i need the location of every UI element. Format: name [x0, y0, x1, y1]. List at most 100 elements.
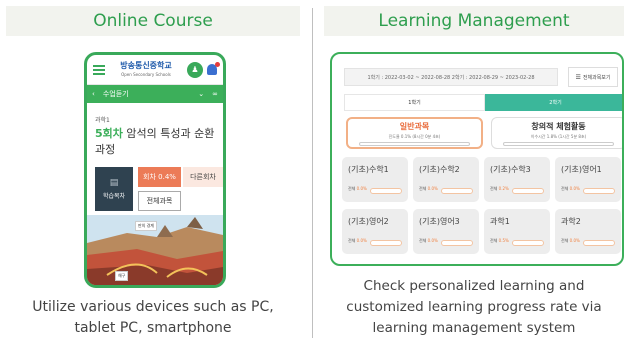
total-label: 전체 — [348, 238, 356, 243]
course-progress-text: 전체 0.0% — [348, 238, 367, 244]
category-name: 일반과목 — [399, 121, 430, 131]
panel-divider — [312, 8, 313, 338]
phone-top-bar: 방송통신중학교 Open Secondary Schools ♟ — [87, 55, 223, 85]
course-progress-bar — [512, 240, 544, 246]
course-name: (기초)영어2 — [348, 217, 389, 226]
school-logo-subtext: Open Secondary Schools — [121, 71, 171, 77]
course-progress-text: 전체 0.2% — [490, 186, 509, 192]
course-name: 과학1 — [490, 217, 510, 226]
category-creative-activities[interactable]: 창의적 체험활동 이수시간 1.8% (1시간 5분 8초) — [491, 117, 622, 149]
total-label: 전체 — [490, 238, 498, 243]
course-progress-text: 전체 0.0% — [561, 238, 580, 244]
course-name: (기초)영어3 — [419, 217, 460, 226]
course-progress-text: 전체 0.0% — [348, 186, 367, 192]
total-label: 전체 — [348, 186, 356, 191]
online-course-header: Online Course — [6, 6, 300, 36]
smartphone-mockup: 방송통신중학교 Open Secondary Schools ♟ ‹ 수업듣기 … — [84, 52, 226, 288]
lesson-button-grid: ▤ 학습목차 회차 0.4% 다른회차 전체과목 — [95, 167, 223, 213]
all-courses-button[interactable]: 전체과목 — [138, 191, 181, 211]
learning-management-caption-line: learning management system — [372, 320, 576, 336]
course-name: (기초)영어1 — [561, 165, 602, 174]
course-progress-text: 전체 0.0% — [419, 186, 438, 192]
course-progress-rate: 0.0% — [427, 238, 438, 243]
school-logo: 방송통신중학교 Open Secondary Schools — [120, 61, 172, 79]
online-course-caption-line: tablet PC, smartphone — [74, 320, 232, 336]
tab-semester-2[interactable]: 2학기 — [485, 94, 622, 111]
course-progress-rate: 0.0% — [569, 186, 580, 191]
course-card[interactable]: (기초)수학1 전체 0.0% — [342, 157, 408, 202]
total-label: 전체 — [561, 186, 569, 191]
bell-icon[interactable] — [207, 62, 220, 75]
total-label: 전체 — [561, 238, 569, 243]
course-progress-rate: 0.2% — [498, 186, 509, 191]
learning-management-header: Learning Management — [324, 6, 624, 36]
learning-management-panel: Learning Management 1학기 : 2022-03-02 ~ 2… — [324, 6, 624, 337]
course-card[interactable]: (기초)영어3 전체 0.0% — [413, 209, 479, 254]
course-progress-bar — [512, 188, 544, 194]
online-course-caption: Utilize various devices such as PC, tabl… — [6, 297, 300, 339]
back-chevron-icon[interactable]: ‹ — [92, 90, 95, 98]
illustration-label-trench: 해구 — [115, 271, 129, 281]
learning-management-screen: 1학기 : 2022-03-02 ~ 2022-08-28 2학기 : 2022… — [330, 52, 624, 266]
course-progress-rate: 0.0% — [356, 238, 367, 243]
course-categories: 일반과목 진도율 0.1% (8시간 0분 4초) 창의적 체험활동 이수시간 … — [346, 117, 622, 149]
view-all-label: 전체과목보기 — [582, 74, 611, 81]
list-icon: ☰ — [575, 73, 581, 81]
lesson-nav-label: 수업듣기 — [102, 90, 129, 98]
other-episode-button[interactable]: 다른회차 — [183, 167, 223, 187]
total-label: 전체 — [419, 238, 427, 243]
link-icon[interactable]: ∞ — [212, 90, 218, 98]
lesson-title: 5회차 암석의 특성과 순환 과정 — [95, 126, 217, 158]
course-progress-text: 전체 0.5% — [490, 238, 509, 244]
course-card[interactable]: 과학1 전체 0.5% — [484, 209, 550, 254]
category-status: 진도율 0.1% (8시간 0분 4초) — [388, 133, 441, 139]
total-label: 전체 — [419, 186, 427, 191]
learning-management-caption: Check personalized learning and customiz… — [324, 276, 624, 339]
subject-label: 과학1 — [95, 117, 110, 124]
course-progress-bar — [583, 240, 615, 246]
course-card[interactable]: (기초)영어2 전체 0.0% — [342, 209, 408, 254]
category-general-courses[interactable]: 일반과목 진도율 0.1% (8시간 0분 4초) — [346, 117, 483, 149]
course-name: (기초)수학1 — [348, 165, 389, 174]
course-progress-bar — [583, 188, 615, 194]
course-card[interactable]: (기초)수학3 전체 0.2% — [484, 157, 550, 202]
course-progress-text: 전체 0.0% — [419, 238, 438, 244]
study-contents-label: 학습목차 — [102, 193, 126, 200]
course-progress-text: 전체 0.0% — [561, 186, 580, 192]
course-card[interactable]: (기초)수학2 전체 0.0% — [413, 157, 479, 202]
course-card-grid: (기초)수학1 전체 0.0% (기초)수학2 전체 0.0% (기초)수학3 전체 … — [342, 157, 622, 254]
category-progress-bar — [358, 141, 471, 146]
semester-dates: 1학기 : 2022-03-02 ~ 2022-08-28 2학기 : 2022… — [344, 68, 558, 86]
menu-icon[interactable] — [93, 64, 105, 75]
school-logo-text: 방송통신중학교 — [120, 60, 172, 70]
view-all-courses-button[interactable]: ☰ 전체과목보기 — [568, 67, 618, 87]
lesson-nav-bar: ‹ 수업듣기 ⌄ ∞ — [87, 85, 223, 103]
category-progress-bar — [502, 141, 615, 146]
episode-rate-button[interactable]: 회차 0.4% — [138, 167, 181, 187]
category-status: 이수시간 1.8% (1시간 5분 8초) — [530, 133, 587, 139]
online-course-caption-line: Utilize various devices such as PC, — [32, 299, 274, 315]
study-contents-button[interactable]: ▤ 학습목차 — [95, 167, 133, 211]
course-progress-rate: 0.0% — [569, 238, 580, 243]
lesson-illustration: 판의 경계 해구 — [87, 215, 223, 285]
course-progress-bar — [370, 240, 402, 246]
course-progress-rate: 0.0% — [356, 186, 367, 191]
course-card[interactable]: 과학2 전체 0.0% — [555, 209, 621, 254]
course-progress-rate: 0.0% — [427, 186, 438, 191]
course-progress-rate: 0.5% — [498, 238, 509, 243]
course-name: 과학2 — [561, 217, 581, 226]
episode-number: 5회차 — [95, 127, 123, 140]
learning-management-caption-line: Check personalized learning and — [363, 278, 585, 294]
course-progress-bar — [370, 188, 402, 194]
learning-management-caption-line: customized learning progress rate via — [346, 299, 602, 315]
course-progress-bar — [441, 188, 473, 194]
tab-semester-1[interactable]: 1학기 — [344, 94, 485, 111]
user-icon[interactable]: ♟ — [187, 61, 203, 78]
total-label: 전체 — [490, 186, 498, 191]
book-icon: ▤ — [109, 178, 119, 188]
course-card[interactable]: (기초)영어1 전체 0.0% — [555, 157, 621, 202]
chevron-down-icon[interactable]: ⌄ — [198, 90, 204, 98]
course-name: (기초)수학3 — [490, 165, 531, 174]
category-name: 창의적 체험활동 — [531, 121, 586, 131]
online-course-panel: Online Course 방송통신중학교 Open Secondary Sch… — [6, 6, 300, 337]
